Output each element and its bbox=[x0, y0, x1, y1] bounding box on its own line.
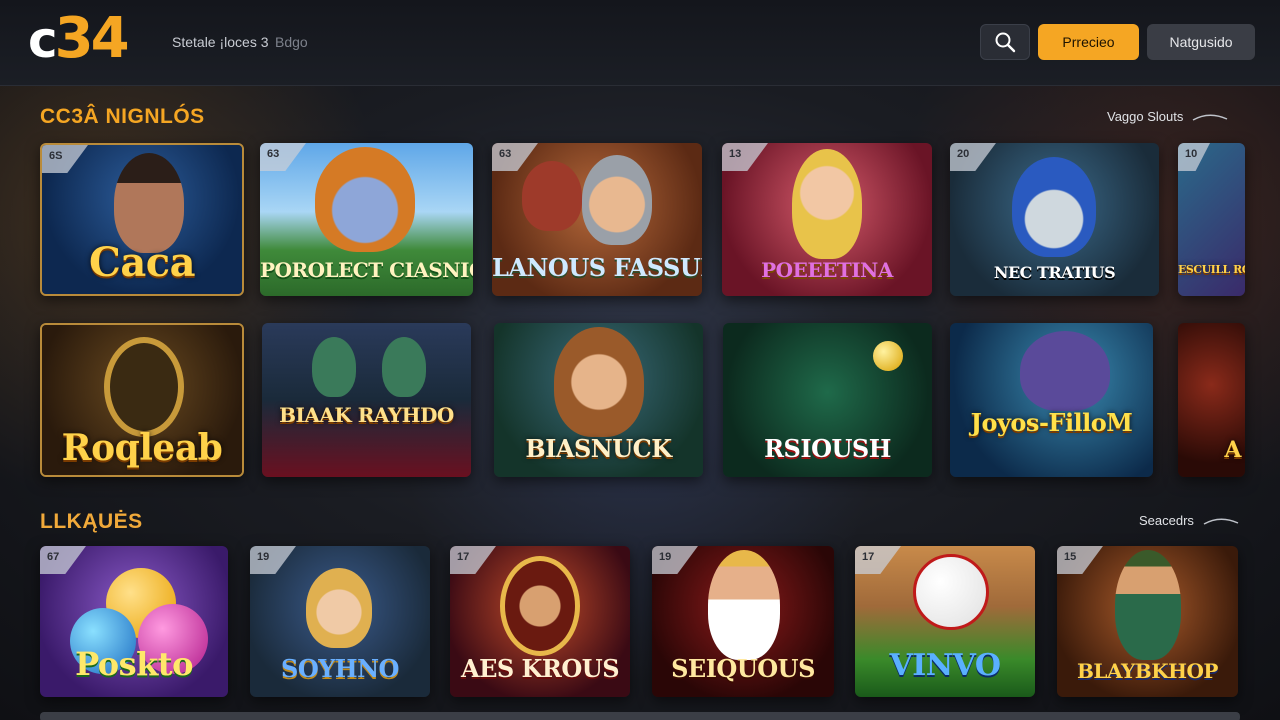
game-tile[interactable]: 63 LANOUS FASSUINO bbox=[492, 143, 702, 296]
game-title: BIASNUCK bbox=[525, 434, 672, 463]
game-tile[interactable]: 17 AES KROUS bbox=[450, 546, 630, 697]
game-tile[interactable]: 20 NEC TRATIUS bbox=[950, 143, 1159, 296]
game-tile[interactable]: 15 BLAYBKHOP bbox=[1057, 546, 1238, 697]
game-title: Poskto bbox=[75, 645, 193, 683]
game-tile[interactable]: 19 SEIQUOUS bbox=[652, 546, 834, 697]
site-logo[interactable]: c 34 bbox=[28, 6, 130, 71]
see-all-link-top[interactable]: Vaggo Slouts bbox=[1107, 109, 1229, 124]
next-row-preview bbox=[40, 712, 1240, 720]
game-title: RSIOUSH bbox=[764, 434, 891, 463]
game-tile[interactable]: RSIOUSH bbox=[723, 323, 932, 477]
game-title: POROLECT CIASNIOCU bbox=[260, 258, 473, 282]
see-all-label: Seacedrs bbox=[1139, 513, 1194, 528]
game-title: Caca bbox=[88, 239, 196, 286]
game-tile-partial[interactable]: A bbox=[1178, 323, 1245, 477]
swoosh-arrow-icon bbox=[1203, 518, 1239, 525]
game-title: LANOUS FASSUINO bbox=[492, 253, 702, 282]
game-tile[interactable]: 63 POROLECT CIASNIOCU bbox=[260, 143, 473, 296]
game-title: VINVO bbox=[889, 648, 1001, 683]
game-art bbox=[262, 323, 471, 477]
top-header: c 34 Stetale ¡loces 3 Bdgo Prrecieo Natg… bbox=[0, 0, 1280, 86]
game-title: ESCUILL RONTORS bbox=[1178, 263, 1245, 276]
game-title: A bbox=[1224, 437, 1241, 463]
logo-letter: c bbox=[28, 11, 58, 69]
search-icon bbox=[995, 32, 1016, 53]
search-button[interactable] bbox=[980, 24, 1030, 60]
game-title: Joyos-FilloM bbox=[970, 408, 1133, 437]
game-title: SOYHNO bbox=[281, 654, 399, 683]
register-button[interactable]: Natgusido bbox=[1147, 24, 1255, 60]
game-tile[interactable]: 13 POEEETINA bbox=[722, 143, 932, 296]
game-tile[interactable]: 67 Poskto bbox=[40, 546, 228, 697]
game-tile[interactable]: 17 VINVO bbox=[855, 546, 1035, 697]
game-tile[interactable]: 19 SOYHNO bbox=[250, 546, 430, 697]
game-art bbox=[950, 323, 1153, 477]
login-button[interactable]: Prrecieo bbox=[1038, 24, 1139, 60]
section-title-top: CC3Â NIGNLÓS bbox=[40, 105, 205, 128]
game-tile-partial[interactable]: 10 ESCUILL RONTORS bbox=[1178, 143, 1245, 296]
game-title: Roqleab bbox=[61, 427, 223, 469]
logo-number: 34 bbox=[54, 6, 130, 71]
game-tile[interactable]: Roqleab bbox=[40, 323, 244, 477]
game-title: BLAYBKHOP bbox=[1077, 659, 1218, 683]
game-title: SEIQUOUS bbox=[671, 654, 815, 683]
game-title: BIAAK RAYHDO bbox=[279, 403, 454, 427]
nav-link-secondary[interactable]: Bdgo bbox=[275, 34, 308, 50]
game-tile[interactable]: BIAAK RAYHDO bbox=[262, 323, 471, 477]
game-tile[interactable]: BIASNUCK bbox=[494, 323, 703, 477]
swoosh-arrow-icon bbox=[1193, 114, 1228, 121]
game-title: POEEETINA bbox=[761, 258, 893, 282]
game-title: NEC TRATIUS bbox=[993, 263, 1116, 282]
game-tile[interactable]: Joyos-FilloM bbox=[950, 323, 1153, 477]
game-tile[interactable]: 6S Caca bbox=[40, 143, 244, 296]
section-title-bottom: LLKĄUĖS bbox=[40, 510, 143, 533]
nav-link-primary[interactable]: Stetale ¡loces 3 bbox=[172, 34, 269, 50]
game-title: AES KROUS bbox=[460, 654, 620, 683]
see-all-link-bottom[interactable]: Seacedrs bbox=[1139, 513, 1240, 528]
see-all-label: Vaggo Slouts bbox=[1107, 109, 1184, 124]
